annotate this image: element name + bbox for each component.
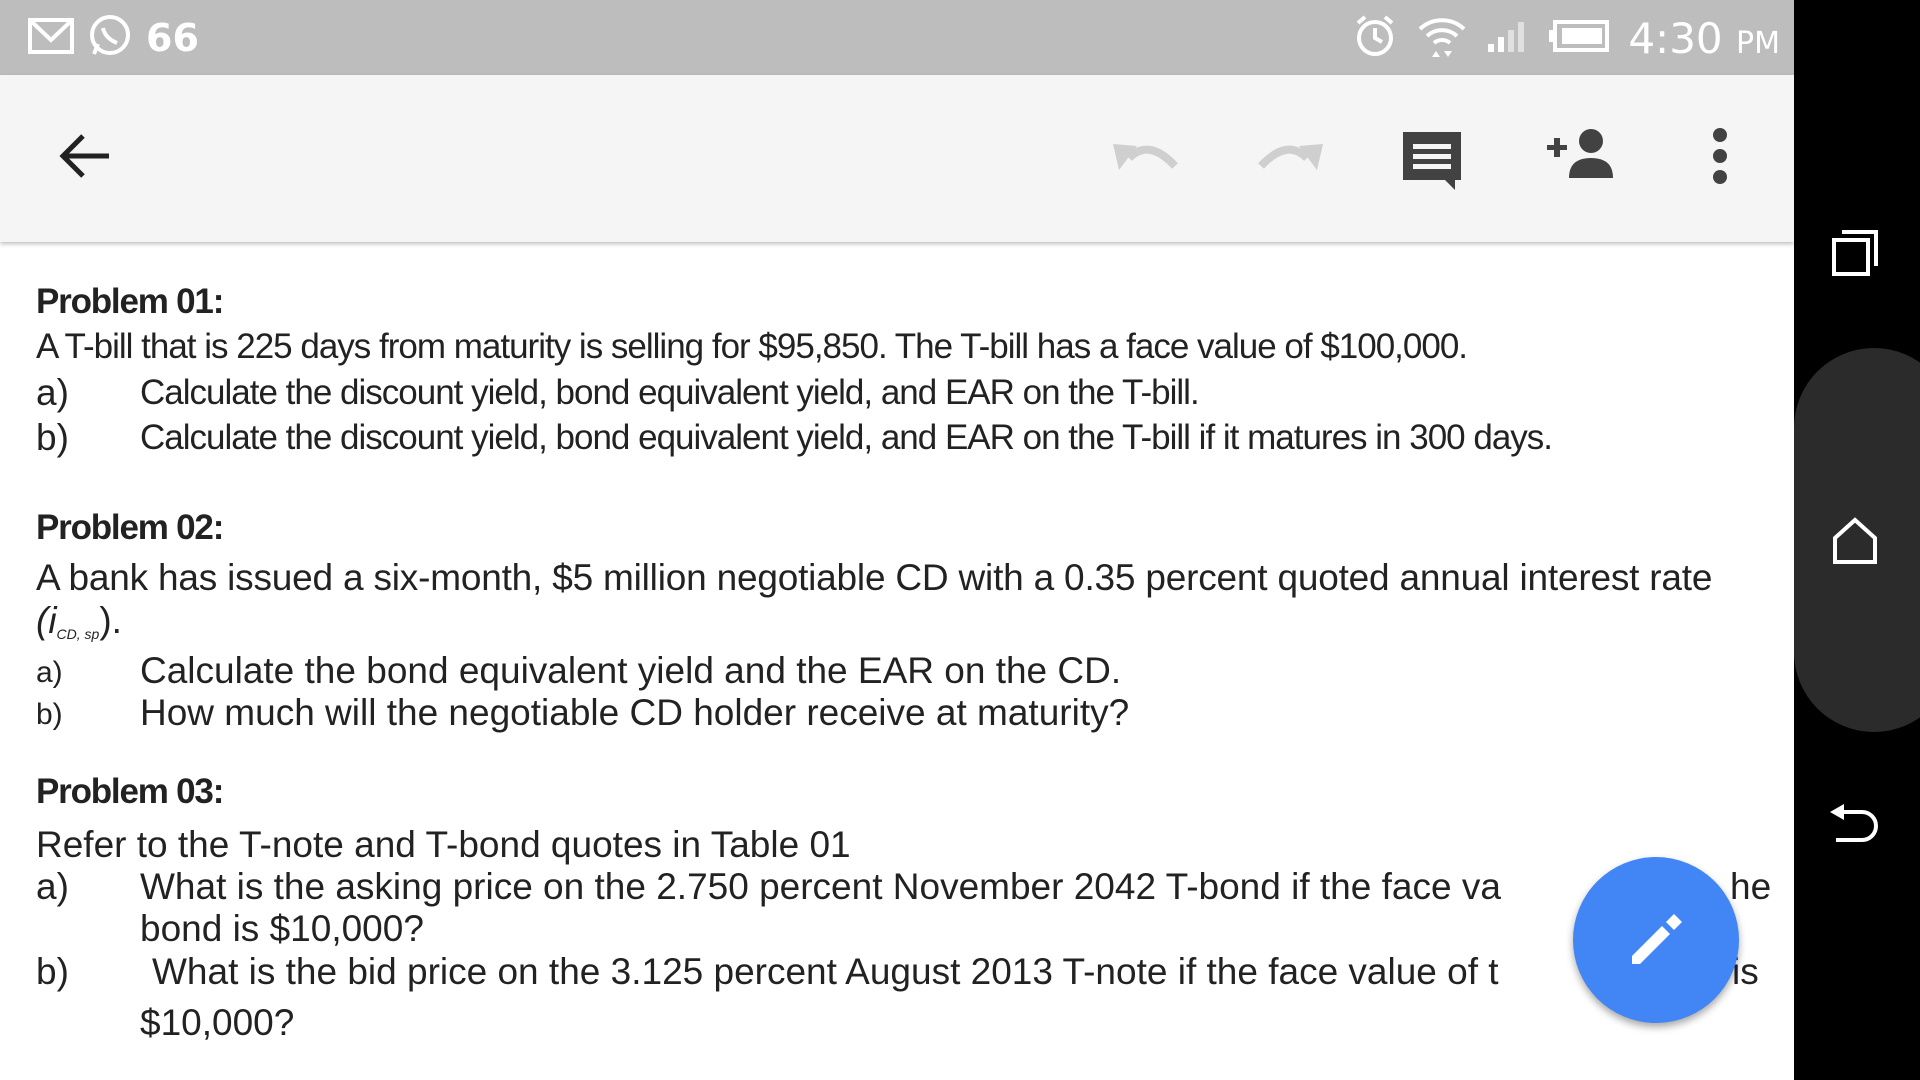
status-bar-left: 66 bbox=[28, 14, 199, 62]
back-arrow-icon bbox=[59, 134, 109, 178]
clock-ampm: PM bbox=[1736, 25, 1780, 61]
comment-button[interactable] bbox=[1392, 121, 1472, 201]
status-bar-right: 4:30 PM bbox=[1352, 10, 1780, 66]
more-vert-icon bbox=[1713, 128, 1727, 184]
back-nav-button[interactable] bbox=[1810, 794, 1900, 864]
problem-1-statement: A T-bill that is 225 days from maturity … bbox=[36, 327, 1468, 366]
add-person-button[interactable] bbox=[1538, 121, 1618, 187]
problem-2-item-a-label: a) bbox=[36, 656, 63, 689]
problem-2-item-b-text: How much will the negotiable CD holder r… bbox=[140, 692, 1130, 733]
redo-button[interactable] bbox=[1252, 125, 1332, 185]
problem-3-item-b-line1: What is the bid price on the 3.125 perce… bbox=[152, 951, 1499, 992]
recent-apps-button[interactable] bbox=[1810, 218, 1900, 288]
alarm-icon bbox=[1352, 13, 1398, 64]
whatsapp-icon bbox=[88, 14, 132, 63]
problem-1-heading: Problem 01: bbox=[36, 282, 224, 321]
interest-symbol: (i bbox=[36, 600, 57, 641]
problem-2-heading: Problem 02: bbox=[36, 508, 224, 547]
problem-1-item-b-text: Calculate the discount yield, bond equiv… bbox=[140, 418, 1553, 457]
problem-3-item-a-line1: What is the asking price on the 2.750 pe… bbox=[140, 866, 1501, 907]
redo-icon bbox=[1258, 144, 1323, 170]
wifi-icon bbox=[1416, 13, 1468, 64]
battery-icon bbox=[1548, 19, 1610, 58]
problem-3-item-a-label: a) bbox=[36, 866, 69, 907]
notation-end: ). bbox=[99, 600, 122, 641]
problem-3-item-a-line1-end: he bbox=[1730, 866, 1772, 907]
clock: 4:30 PM bbox=[1628, 14, 1780, 63]
clock-time: 4:30 bbox=[1628, 13, 1723, 63]
problem-1-item-a-text: Calculate the discount yield, bond equiv… bbox=[140, 373, 1200, 412]
back-nav-icon bbox=[1830, 804, 1878, 842]
home-icon bbox=[1833, 517, 1877, 564]
problem-3-item-a-line2: bond is $10,000? bbox=[140, 908, 424, 949]
interest-subscript: CD, sp bbox=[56, 626, 100, 642]
edit-fab[interactable] bbox=[1573, 857, 1739, 1023]
pencil-icon bbox=[1632, 914, 1682, 964]
app-toolbar bbox=[0, 75, 1794, 242]
back-button[interactable] bbox=[44, 115, 126, 197]
problem-1-item-a-label: a) bbox=[36, 372, 69, 413]
notification-count: 66 bbox=[146, 16, 199, 60]
problem-2-item-a-text: Calculate the bond equivalent yield and … bbox=[140, 650, 1122, 691]
problem-3-item-b-line2: $10,000? bbox=[140, 1002, 295, 1043]
recent-apps-icon bbox=[1832, 230, 1878, 276]
comment-icon bbox=[1403, 132, 1461, 190]
document-body: Problem 01: A T-bill that is 225 days fr… bbox=[0, 242, 1794, 1080]
problem-2-notation: (iCD, sp). bbox=[36, 600, 122, 642]
undo-button[interactable] bbox=[1104, 125, 1184, 185]
problem-3-statement: Refer to the T-note and T-bond quotes in… bbox=[36, 824, 851, 865]
problem-2-item-b-label: b) bbox=[36, 698, 63, 731]
add-person-icon bbox=[1547, 129, 1613, 178]
home-button[interactable] bbox=[1810, 506, 1900, 576]
undo-icon bbox=[1113, 144, 1178, 170]
signal-icon bbox=[1486, 18, 1530, 59]
more-options-button[interactable] bbox=[1696, 121, 1744, 191]
problem-1-item-b-label: b) bbox=[36, 417, 69, 458]
gmail-icon bbox=[28, 17, 74, 59]
status-bar: 66 4:30 PM bbox=[0, 0, 1794, 75]
problem-2-statement: A bank has issued a six-month, $5 millio… bbox=[36, 557, 1713, 598]
problem-3-heading: Problem 03: bbox=[36, 772, 224, 811]
problem-3-item-b-label: b) bbox=[36, 951, 69, 992]
